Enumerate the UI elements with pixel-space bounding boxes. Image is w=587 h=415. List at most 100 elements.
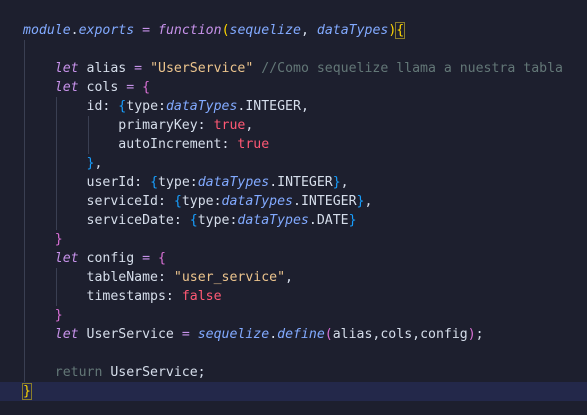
code-text: }	[23, 306, 63, 325]
code-text: serviceDate: {type:dataTypes.DATE}	[23, 211, 357, 230]
code-token: serviceId:	[86, 194, 174, 209]
indent-guide	[24, 40, 25, 59]
code-token: serviceDate:	[86, 213, 190, 228]
code-token: ,	[285, 270, 293, 285]
code-token: {	[395, 22, 406, 39]
code-text: let alias = "UserService" //Como sequeli…	[23, 59, 563, 78]
code-line[interactable]: },	[0, 154, 587, 173]
code-line[interactable]: tableName: "user_service",	[0, 268, 587, 287]
code-token: }	[332, 175, 341, 190]
code-token: dataTypes	[197, 175, 270, 190]
code-text: let config = {	[23, 249, 166, 268]
code-token: let	[54, 80, 79, 95]
code-line[interactable]: serviceDate: {type:dataTypes.DATE}	[0, 211, 587, 230]
code-token: ;	[475, 327, 484, 342]
code-editor[interactable]: module.exports = function(sequelize, dat…	[0, 0, 587, 415]
code-token: =	[142, 23, 151, 38]
code-line[interactable]: id: {type:dataTypes.INTEGER,	[0, 97, 587, 116]
code-token: .	[269, 327, 278, 342]
code-line[interactable]: let alias = "UserService" //Como sequeli…	[0, 59, 587, 78]
code-line[interactable]: return UserService;	[0, 363, 587, 382]
code-token: config	[78, 251, 143, 266]
code-token: ,	[340, 175, 349, 190]
code-token: {	[150, 175, 159, 190]
code-line[interactable]: timestamps: false	[0, 287, 587, 306]
code-token: ,	[94, 156, 103, 171]
code-line[interactable]: let UserService = sequelize.define(alias…	[0, 325, 587, 344]
code-token: type:	[181, 194, 222, 209]
code-token: =	[142, 251, 151, 266]
code-token: ,	[364, 194, 373, 209]
code-text: timestamps: false	[23, 287, 222, 306]
code-token: ,	[300, 23, 317, 38]
code-token: timestamps:	[86, 289, 182, 304]
code-text: return UserService;	[23, 363, 206, 382]
code-token: "user_service"	[173, 270, 286, 285]
code-token: let	[54, 61, 79, 76]
code-line[interactable]: module.exports = function(sequelize, dat…	[0, 21, 587, 40]
code-line[interactable]: }	[0, 230, 587, 249]
code-token: //Como sequelize llama a nuestra tabla	[261, 61, 563, 76]
code-token: type:	[158, 175, 198, 190]
code-text: userId: {type:dataTypes.INTEGER},	[23, 173, 349, 192]
code-token: sequelize	[229, 23, 301, 38]
code-token: }	[54, 232, 63, 247]
code-token: false	[181, 289, 222, 304]
code-token: let	[54, 251, 79, 266]
code-token: {	[173, 194, 182, 209]
code-token: )	[467, 327, 476, 342]
code-token: UserService	[78, 327, 182, 342]
code-token: {	[142, 80, 151, 95]
code-token: primaryKey:	[118, 118, 214, 133]
code-token: {	[189, 213, 198, 228]
code-line[interactable]: }	[0, 306, 587, 325]
code-token: function	[158, 23, 222, 38]
code-line[interactable]: }	[0, 382, 587, 401]
code-token: userId:	[86, 175, 151, 190]
code-line[interactable]	[0, 40, 587, 59]
code-line[interactable]: let cols = {	[0, 78, 587, 97]
code-line[interactable]: primaryKey: true,	[0, 116, 587, 135]
code-token: =	[134, 61, 143, 76]
code-token: }	[22, 383, 32, 400]
code-token: dataTypes	[221, 194, 293, 209]
code-token: {	[158, 251, 166, 266]
code-token: true	[237, 137, 270, 152]
code-text: }	[23, 230, 63, 249]
code-token: .DATE	[308, 213, 349, 228]
code-text: autoIncrement: true	[23, 135, 269, 154]
code-token: dataTypes	[165, 99, 238, 114]
code-token: }	[348, 213, 357, 228]
code-token: .	[70, 23, 79, 38]
indent-guide	[24, 344, 25, 363]
code-line[interactable]: let config = {	[0, 249, 587, 268]
code-token: =	[126, 80, 135, 95]
code-line[interactable]	[0, 344, 587, 363]
code-token: .INTEGER	[293, 194, 357, 209]
code-line[interactable]: autoIncrement: true	[0, 135, 587, 154]
code-token: autoIncrement:	[118, 137, 238, 152]
code-text: },	[23, 154, 103, 173]
code-token: (	[324, 327, 333, 342]
code-token: UserService;	[102, 365, 206, 380]
code-line[interactable]: userId: {type:dataTypes.INTEGER},	[0, 173, 587, 192]
code-token: type:	[126, 99, 166, 114]
code-token: define	[277, 327, 325, 342]
code-line[interactable]: serviceId: {type:dataTypes.INTEGER},	[0, 192, 587, 211]
